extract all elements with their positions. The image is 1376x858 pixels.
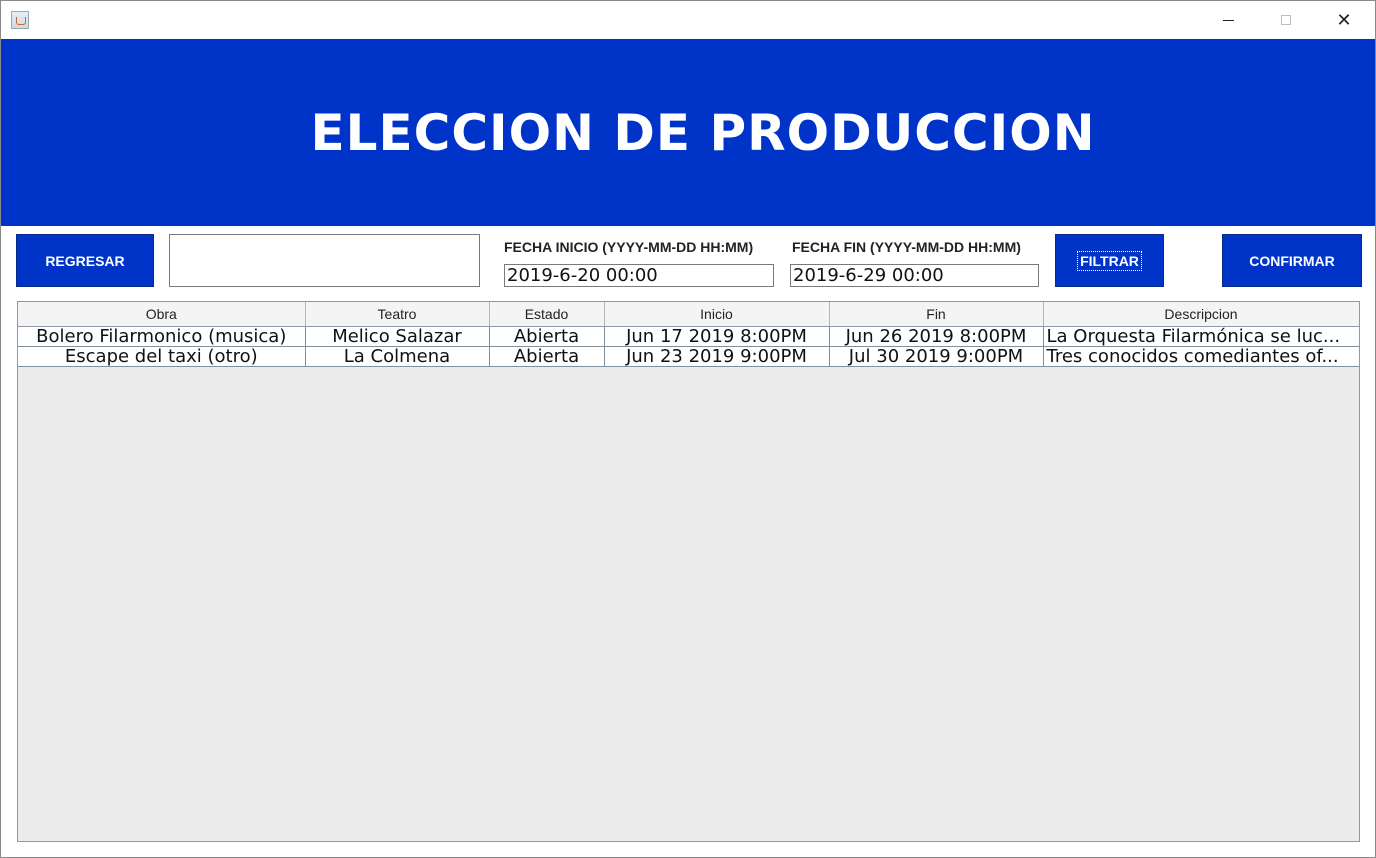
maximize-icon [1281, 15, 1291, 25]
title-bar[interactable]: ✕ [1, 1, 1375, 39]
page-title: ELECCION DE PRODUCCION [310, 103, 1096, 162]
search-input[interactable] [169, 234, 480, 287]
header-banner: ELECCION DE PRODUCCION [1, 39, 1375, 226]
productions-table[interactable]: Obra Teatro Estado Inicio Fin Descripcio… [17, 301, 1360, 842]
cell-inicio[interactable]: Jun 23 2019 9:00PM [604, 346, 830, 367]
cell-fin[interactable]: Jun 26 2019 8:00PM [829, 326, 1044, 347]
column-header-estado[interactable]: Estado [489, 302, 605, 327]
cell-estado[interactable]: Abierta [489, 326, 605, 347]
cell-estado[interactable]: Abierta [489, 346, 605, 367]
filter-button[interactable]: FILTRAR [1055, 234, 1164, 287]
start-date-label: FECHA INICIO (YYYY-MM-DD HH:MM) [504, 239, 754, 255]
java-cup-icon[interactable] [11, 11, 29, 29]
cell-obra[interactable]: Bolero Filarmonico (musica) [18, 326, 306, 347]
cell-teatro[interactable]: Melico Salazar [305, 326, 490, 347]
end-date-label: FECHA FIN (YYYY-MM-DD HH:MM) [792, 239, 1021, 255]
back-button[interactable]: REGRESAR [16, 234, 154, 287]
column-header-fin[interactable]: Fin [829, 302, 1044, 327]
table-row[interactable]: Escape del taxi (otro) La Colmena Abiert… [18, 346, 1359, 367]
confirm-button[interactable]: CONFIRMAR [1222, 234, 1362, 287]
maximize-button[interactable] [1257, 1, 1315, 39]
table-header-row: Obra Teatro Estado Inicio Fin Descripcio… [18, 302, 1359, 327]
close-icon: ✕ [1336, 9, 1352, 31]
column-header-descripcion[interactable]: Descripcion [1043, 302, 1359, 327]
cell-obra[interactable]: Escape del taxi (otro) [18, 346, 306, 367]
minimize-button[interactable] [1199, 1, 1257, 39]
cell-fin[interactable]: Jul 30 2019 9:00PM [829, 346, 1044, 367]
cell-descripcion[interactable]: La Orquesta Filarmónica se luc... [1043, 326, 1359, 347]
end-date-field[interactable]: 2019-6-29 00:00 [790, 264, 1039, 287]
column-header-obra[interactable]: Obra [18, 302, 306, 327]
close-button[interactable]: ✕ [1315, 1, 1373, 39]
cell-descripcion[interactable]: Tres conocidos comediantes of... [1043, 346, 1359, 367]
filter-button-label: FILTRAR [1077, 250, 1142, 271]
minimize-icon [1222, 19, 1234, 21]
cell-inicio[interactable]: Jun 17 2019 8:00PM [604, 326, 830, 347]
column-header-inicio[interactable]: Inicio [604, 302, 830, 327]
cell-teatro[interactable]: La Colmena [305, 346, 490, 367]
start-date-field[interactable]: 2019-6-20 00:00 [504, 264, 774, 287]
table-row[interactable]: Bolero Filarmonico (musica) Melico Salaz… [18, 326, 1359, 347]
column-header-teatro[interactable]: Teatro [305, 302, 490, 327]
app-window: ✕ ELECCION DE PRODUCCION REGRESAR FECHA … [0, 0, 1376, 858]
